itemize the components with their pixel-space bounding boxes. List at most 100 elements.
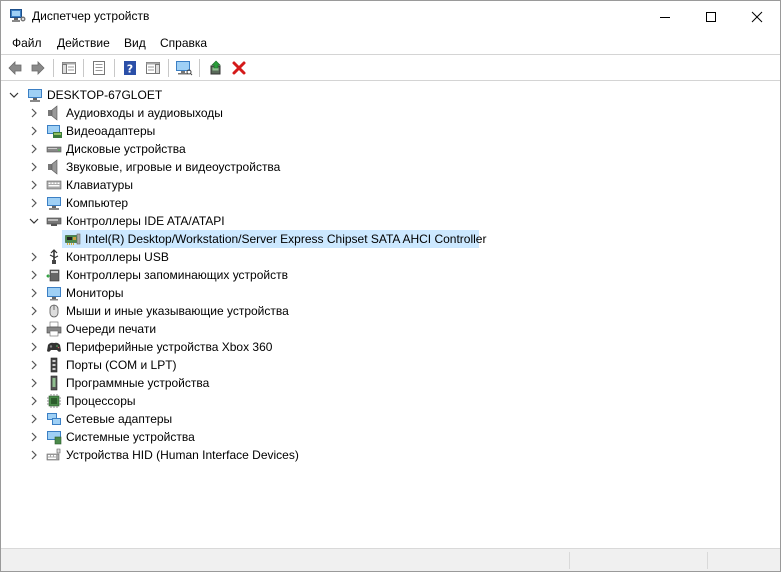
tree-category-row[interactable]: Дисковые устройства bbox=[1, 140, 780, 158]
menu-bar: Файл Действие Вид Справка bbox=[1, 32, 780, 54]
tree-category-label: Сетевые адаптеры bbox=[66, 412, 173, 426]
maximize-button[interactable] bbox=[688, 1, 734, 32]
help-icon: ? bbox=[124, 61, 136, 76]
tree-category-row[interactable]: Клавиатуры bbox=[1, 176, 780, 194]
toolbar-separator bbox=[168, 59, 169, 77]
scan-hardware-button[interactable] bbox=[174, 58, 194, 78]
menu-action[interactable]: Действие bbox=[57, 36, 110, 50]
minimize-icon bbox=[660, 16, 670, 18]
expand-chevron-icon[interactable] bbox=[28, 374, 40, 392]
tree-category-row[interactable]: Сетевые адаптеры bbox=[1, 410, 780, 428]
collapse-chevron-icon[interactable] bbox=[28, 212, 40, 230]
properties-button[interactable] bbox=[89, 58, 109, 78]
close-icon bbox=[751, 11, 763, 22]
expand-chevron-icon[interactable] bbox=[28, 446, 40, 464]
tree-category-row[interactable]: Системные устройства bbox=[1, 428, 780, 446]
help-button[interactable]: ? bbox=[120, 58, 140, 78]
toolbar: ? bbox=[1, 54, 780, 81]
display-adapter-icon bbox=[47, 125, 62, 138]
hid-icon bbox=[46, 448, 61, 461]
tree-category-row[interactable]: Контроллеры запоминающих устройств bbox=[1, 266, 780, 284]
tree-category-label: Программные устройства bbox=[66, 376, 210, 390]
printer-icon bbox=[46, 321, 62, 337]
tree-category-row[interactable]: Процессоры bbox=[1, 392, 780, 410]
menu-help[interactable]: Справка bbox=[160, 36, 207, 50]
tree-category-row[interactable]: Устройства HID (Human Interface Devices) bbox=[1, 446, 780, 464]
tree-category-label: Системные устройства bbox=[66, 430, 195, 444]
expand-chevron-icon[interactable] bbox=[28, 284, 40, 302]
expand-chevron-icon[interactable] bbox=[28, 122, 40, 140]
tree-category-label: Очереди печати bbox=[66, 322, 157, 336]
monitor-icon bbox=[47, 287, 61, 301]
expand-chevron-icon[interactable] bbox=[28, 140, 40, 158]
tree-category-label: Контроллеры IDE ATA/ATAPI bbox=[66, 214, 225, 228]
tree-category-row[interactable]: Компьютер bbox=[1, 194, 780, 212]
speaker-icon bbox=[48, 105, 58, 121]
tree-device-row[interactable]: Intel(R) Desktop/Workstation/Server Expr… bbox=[1, 230, 780, 248]
expand-chevron-icon[interactable] bbox=[28, 158, 40, 176]
menu-view[interactable]: Вид bbox=[124, 36, 146, 50]
device-tree: DESKTOP-67GLOET Аудиовходы и аудиовыходы… bbox=[1, 82, 780, 547]
tree-category-row[interactable]: Порты (COM и LPT) bbox=[1, 356, 780, 374]
network-adapter-icon bbox=[47, 413, 61, 425]
computer-icon bbox=[28, 89, 42, 102]
tree-category-label: Аудиовходы и аудиовыходы bbox=[66, 106, 223, 120]
close-button[interactable] bbox=[734, 1, 780, 32]
expand-chevron-icon[interactable] bbox=[28, 104, 40, 122]
gamepad-icon bbox=[47, 342, 61, 352]
expand-chevron-icon[interactable] bbox=[28, 410, 40, 428]
console-tree-icon bbox=[62, 62, 76, 74]
expand-chevron-icon[interactable] bbox=[28, 302, 40, 320]
tree-category-row[interactable]: Периферийные устройства Xbox 360 bbox=[1, 338, 780, 356]
tree-category-row[interactable]: Аудиовходы и аудиовыходы bbox=[1, 104, 780, 122]
tree-category-label: Периферийные устройства Xbox 360 bbox=[66, 340, 273, 354]
toolbar-separator bbox=[83, 59, 84, 77]
controller-card-icon bbox=[65, 233, 81, 245]
tree-category-row[interactable]: Звуковые, игровые и видеоустройства bbox=[1, 158, 780, 176]
maximize-icon bbox=[706, 11, 716, 22]
tree-category-label: Дисковые устройства bbox=[66, 142, 186, 156]
tree-category-row[interactable]: Контроллеры IDE ATA/ATAPI bbox=[1, 212, 780, 230]
tree-category-row[interactable]: Мониторы bbox=[1, 284, 780, 302]
tree-category-row[interactable]: Мыши и иные указывающие устройства bbox=[1, 302, 780, 320]
device-manager-app-icon bbox=[10, 9, 26, 22]
title-bar[interactable]: Диспетчер устройств bbox=[1, 1, 780, 32]
delete-x-icon bbox=[232, 61, 246, 75]
show-hide-console-tree-button[interactable] bbox=[59, 58, 79, 78]
tree-category-row[interactable]: Очереди печати bbox=[1, 320, 780, 338]
processor-icon bbox=[47, 394, 61, 408]
usb-icon bbox=[49, 249, 59, 264]
status-bar bbox=[1, 548, 780, 571]
tree-category-label: Видеоадаптеры bbox=[66, 124, 156, 138]
expand-chevron-icon[interactable] bbox=[28, 266, 40, 284]
tree-category-row[interactable]: Контроллеры USB bbox=[1, 248, 780, 266]
back-button[interactable] bbox=[5, 58, 25, 78]
expand-chevron-icon[interactable] bbox=[28, 248, 40, 266]
scan-hardware-icon bbox=[176, 61, 193, 76]
tree-category-label: Компьютер bbox=[66, 196, 129, 210]
expand-chevron-icon[interactable] bbox=[28, 428, 40, 446]
collapse-chevron-icon[interactable] bbox=[8, 86, 20, 104]
tree-root[interactable]: DESKTOP-67GLOET bbox=[1, 86, 780, 104]
forward-button[interactable] bbox=[28, 58, 48, 78]
properties-icon bbox=[93, 61, 105, 75]
expand-chevron-icon[interactable] bbox=[28, 356, 40, 374]
tree-category-row[interactable]: Программные устройства bbox=[1, 374, 780, 392]
minimize-button[interactable] bbox=[642, 1, 688, 32]
tree-category-label: Мониторы bbox=[66, 286, 124, 300]
expand-chevron-icon[interactable] bbox=[28, 176, 40, 194]
storage-controller-icon bbox=[46, 269, 60, 282]
expand-chevron-icon[interactable] bbox=[28, 392, 40, 410]
enable-device-button[interactable] bbox=[206, 58, 226, 78]
device-manager-window: Диспетчер устройств Файл Действие Вид Сп… bbox=[0, 0, 781, 572]
expand-chevron-icon[interactable] bbox=[28, 320, 40, 338]
expand-chevron-icon[interactable] bbox=[28, 194, 40, 212]
uninstall-device-button[interactable] bbox=[229, 58, 249, 78]
mouse-icon bbox=[49, 304, 59, 318]
expand-chevron-icon[interactable] bbox=[28, 338, 40, 356]
window-title: Диспетчер устройств bbox=[32, 9, 150, 23]
tree-category-row[interactable]: Видеоадаптеры bbox=[1, 122, 780, 140]
action-pane-button[interactable] bbox=[143, 58, 163, 78]
action-pane-icon bbox=[146, 62, 160, 74]
menu-file[interactable]: Файл bbox=[12, 36, 42, 50]
